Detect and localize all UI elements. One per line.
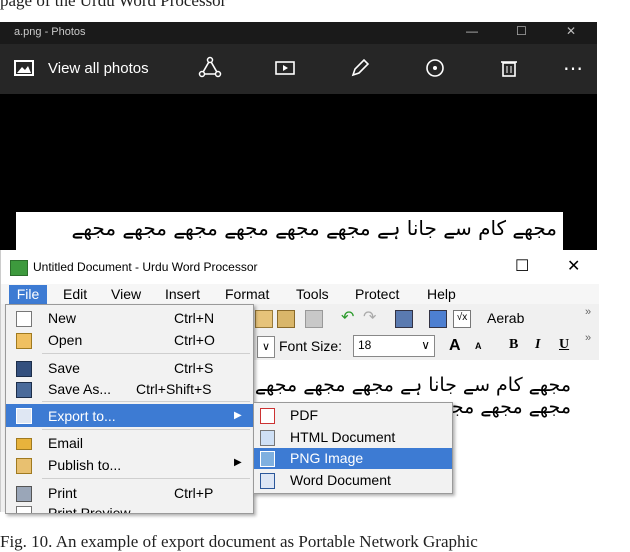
export-submenu: PDF HTML Document PNG Image Word Documen… xyxy=(253,402,453,494)
menu-file[interactable]: File xyxy=(9,285,47,304)
close-icon[interactable]: ✕ xyxy=(567,256,580,276)
chevron-down-icon: ∨ xyxy=(421,338,430,352)
menu-insert[interactable]: Insert xyxy=(165,286,200,302)
export-item-png[interactable]: PNG Image xyxy=(254,448,452,469)
shrink-font-button[interactable]: A xyxy=(475,341,482,351)
menu-item-print[interactable]: Print Ctrl+P xyxy=(6,482,253,504)
maximize-icon[interactable]: ☐ xyxy=(515,256,529,276)
file-menu-dropdown: New Ctrl+N Open Ctrl+O Save Ctrl+S Save … xyxy=(5,304,254,514)
email-icon xyxy=(16,438,32,450)
menu-view[interactable]: View xyxy=(111,286,141,302)
toolbar-overflow-icon[interactable]: » xyxy=(585,332,591,344)
spell-check-icon[interactable] xyxy=(395,310,413,328)
menu-item-open[interactable]: Open Ctrl+O xyxy=(6,329,253,351)
share-icon[interactable] xyxy=(197,56,223,82)
grow-font-button[interactable]: A xyxy=(449,337,461,355)
view-all-photos-button[interactable]: View all photos xyxy=(48,60,149,77)
gallery-icon[interactable] xyxy=(14,60,34,76)
photos-toolbar: View all photos ⋯ xyxy=(0,44,597,94)
save-disk-icon xyxy=(16,361,32,377)
edit-pencil-icon[interactable] xyxy=(347,56,373,82)
font-name-dropdown-arrow[interactable]: ∨ xyxy=(257,336,275,358)
menu-format[interactable]: Format xyxy=(225,286,269,302)
font-size-select[interactable]: 18 ∨ xyxy=(353,335,435,357)
photos-window: a.png - Photos — ☐ ✕ View all photos ⋯ م… xyxy=(0,22,597,250)
image-urdu-text: مجھے کام سے جانا ہے مجھے مجھے مجھے مجھے … xyxy=(71,216,557,240)
menu-item-email[interactable]: Email xyxy=(6,432,253,454)
bold-button[interactable]: B xyxy=(509,337,518,353)
menu-tools[interactable]: Tools xyxy=(296,286,329,302)
menu-item-save-as[interactable]: Save As... Ctrl+Shift+S xyxy=(6,378,253,400)
delete-icon[interactable] xyxy=(496,56,522,82)
figure-caption: Fig. 10. An example of export document a… xyxy=(0,532,478,551)
photos-window-title: a.png - Photos xyxy=(14,26,86,38)
menu-separator xyxy=(42,478,250,479)
cut-icon[interactable] xyxy=(255,310,273,328)
menu-help[interactable]: Help xyxy=(427,286,456,302)
menu-protect[interactable]: Protect xyxy=(355,286,399,302)
undo-icon[interactable]: ↶ xyxy=(341,310,357,326)
urdu-word-processor-window: Untitled Document - Urdu Word Processor … xyxy=(0,250,599,514)
photos-titlebar: a.png - Photos — ☐ ✕ xyxy=(0,22,597,44)
word-file-icon xyxy=(260,473,275,489)
menu-edit[interactable]: Edit xyxy=(63,286,87,302)
underline-button[interactable]: U xyxy=(559,337,569,353)
html-file-icon xyxy=(260,430,275,446)
pdf-file-icon xyxy=(260,408,275,424)
printer-icon xyxy=(16,486,32,502)
more-options-icon[interactable]: ⋯ xyxy=(560,56,586,82)
menu-item-export[interactable]: Export to... ▶ xyxy=(6,404,253,427)
font-size-label: Font Size: xyxy=(279,338,343,354)
export-item-html[interactable]: HTML Document xyxy=(254,427,452,448)
table-icon[interactable] xyxy=(305,310,323,328)
menu-separator xyxy=(42,429,250,430)
redo-icon[interactable]: ↷ xyxy=(363,310,379,326)
paste-icon[interactable] xyxy=(277,310,295,328)
submenu-arrow-icon: ▶ xyxy=(234,457,242,468)
translate-icon[interactable] xyxy=(429,310,447,328)
font-size-value: 18 xyxy=(358,338,372,352)
minimize-icon[interactable]: — xyxy=(466,24,478,38)
menu-separator xyxy=(42,401,250,402)
menu-item-publish[interactable]: Publish to... ▶ xyxy=(6,454,253,476)
print-preview-icon xyxy=(16,506,32,513)
submenu-arrow-icon: ▶ xyxy=(234,410,242,421)
close-icon[interactable]: ✕ xyxy=(566,24,576,38)
menu-item-new[interactable]: New Ctrl+N xyxy=(6,307,253,329)
export-item-word[interactable]: Word Document xyxy=(254,470,452,491)
save-as-icon xyxy=(16,382,32,398)
menu-item-print-preview[interactable]: Print Preview xyxy=(6,502,253,513)
uwp-titlebar: Untitled Document - Urdu Word Processor … xyxy=(1,250,599,284)
menu-separator xyxy=(42,353,250,354)
menubar: Edit View Insert Format Tools Protect He… xyxy=(1,284,599,304)
new-document-icon xyxy=(16,311,32,327)
toolbar-overflow-icon[interactable]: » xyxy=(585,306,591,318)
publish-icon xyxy=(16,458,32,474)
toolbar-formatting: ∨ Font Size: 18 ∨ A A B I U » xyxy=(249,332,599,360)
export-item-pdf[interactable]: PDF xyxy=(254,405,452,426)
maximize-icon[interactable]: ☐ xyxy=(516,24,527,38)
displayed-image: مجھے کام سے جانا ہے مجھے مجھے مجھے مجھے … xyxy=(16,212,563,250)
menu-item-save[interactable]: Save Ctrl+S xyxy=(6,357,253,379)
slideshow-icon[interactable] xyxy=(272,56,298,82)
app-icon xyxy=(10,260,28,276)
rotate-icon[interactable] xyxy=(422,56,448,82)
toolbar-standard: ↶ ↷ √x Aerab » xyxy=(249,304,599,332)
uwp-window-title: Untitled Document - Urdu Word Processor xyxy=(33,260,258,274)
formula-icon[interactable]: √x xyxy=(453,310,471,328)
italic-button[interactable]: I xyxy=(535,337,540,353)
export-icon xyxy=(16,408,32,424)
png-file-icon xyxy=(260,451,275,467)
aerab-button[interactable]: Aerab xyxy=(487,310,524,326)
top-caption: page of the Urdu Word Processor xyxy=(0,0,227,10)
open-folder-icon xyxy=(16,333,32,349)
